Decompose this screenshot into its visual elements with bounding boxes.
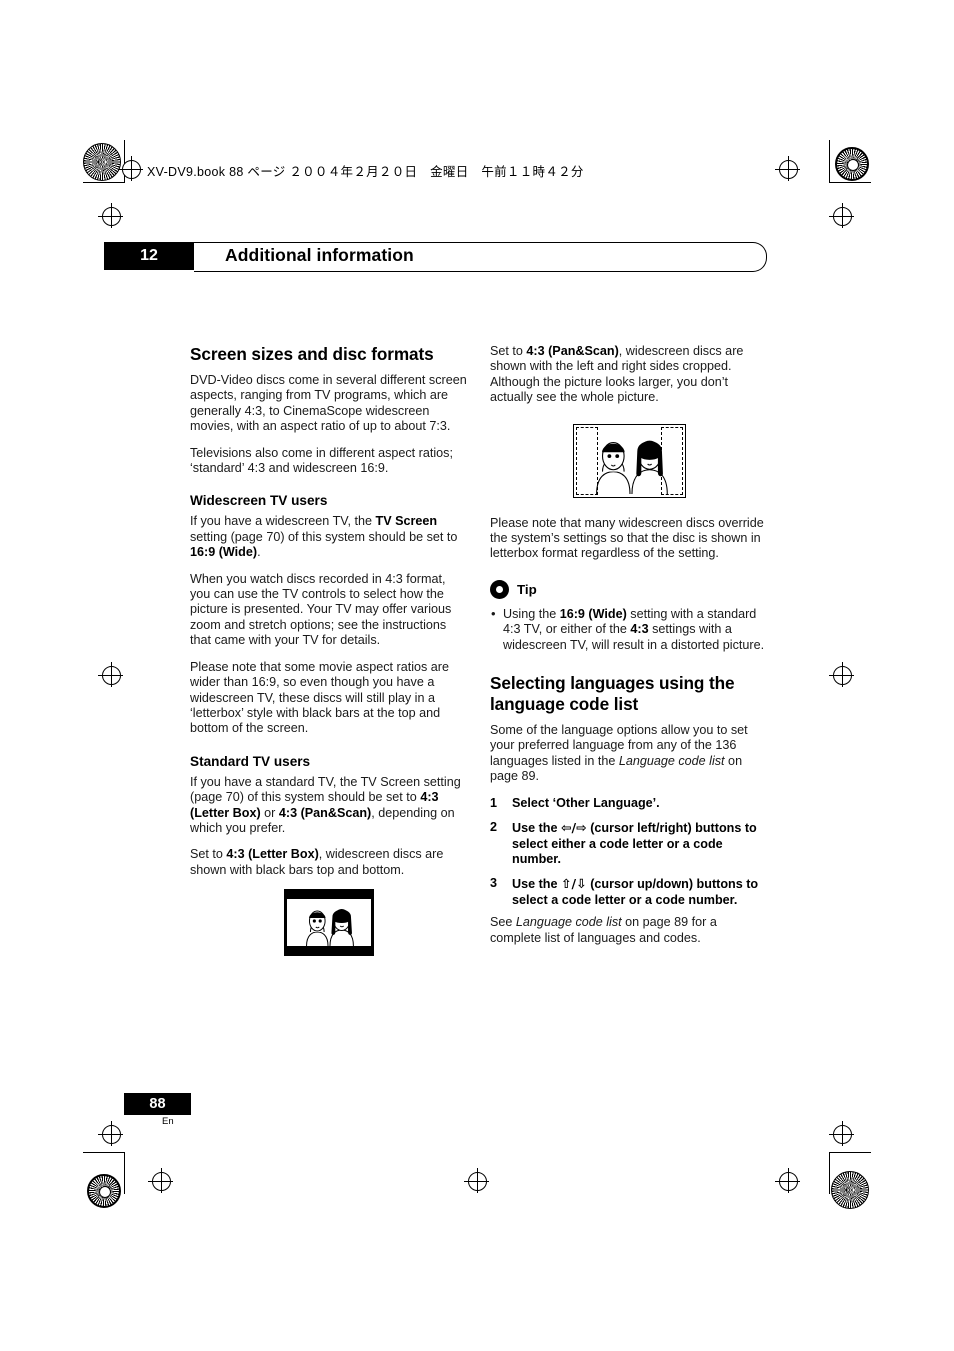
tip-label: Tip <box>517 581 537 597</box>
section-heading-screen-sizes: Screen sizes and disc formats <box>190 344 434 364</box>
registration-starburst-bottom-right <box>831 1171 869 1209</box>
text: Set to <box>190 847 227 862</box>
letterbox-picture-area <box>287 899 371 947</box>
text: If you have a widescreen TV, the <box>190 514 376 529</box>
paragraph-override-note: Please note that many widescreen discs o… <box>490 516 768 562</box>
chapter-bar: 12 Additional information <box>104 242 767 272</box>
crop-mark-bottom-right-horizontal <box>829 1152 871 1153</box>
step-2: 2 Use the ⇦/⇨ (cursor left/right) buttons… <box>490 820 768 867</box>
crop-mark-top-right-horizontal <box>829 182 871 183</box>
panscan-picture-area <box>576 427 682 494</box>
page-number-badge: 88 <box>124 1093 191 1115</box>
text: Set to <box>490 344 527 358</box>
step-3-text-a: Use the <box>512 877 561 892</box>
text: See <box>490 915 516 930</box>
language-code-label: En <box>162 1116 174 1127</box>
bold-4-3-panscan: 4:3 (Pan&Scan) <box>278 805 372 820</box>
registration-target-top-left <box>118 156 143 181</box>
crop-mark-bottom-left-vertical <box>124 1152 125 1194</box>
registration-target-left-lower <box>98 1121 123 1146</box>
book-header-line: XV-DV9.book 88 ページ ２００４年２月２０日 金曜日 午前１１時４… <box>147 165 584 179</box>
tip-icon <box>490 579 509 599</box>
heading-line-1: Selecting languages using the <box>490 673 735 694</box>
bold-4-3: 4:3 <box>630 622 649 637</box>
registration-target-top-right <box>775 156 800 181</box>
registration-target-right-upper <box>829 203 854 228</box>
italic-language-code-list-2: Language code list <box>515 915 622 930</box>
registration-target-right-lower <box>829 1121 854 1146</box>
chapter-title: Additional information <box>225 245 414 265</box>
crop-mark-top-left-horizontal <box>83 182 125 183</box>
step-2-number: 2 <box>490 820 498 835</box>
paragraph-4-3-playback: When you watch discs recorded in 4:3 for… <box>190 572 468 649</box>
bold-4-3-panscan-2: 4:3 (Pan&Scan) <box>526 344 619 358</box>
text: setting (page 70) of this system should … <box>190 529 458 544</box>
registration-starburst-top-left <box>83 143 121 181</box>
text: When you watch discs recorded in 4:3 for… <box>190 571 452 648</box>
step-1-text: Select ‘Other Language’. <box>512 795 660 810</box>
paragraph-widescreen-setting: If you have a widescreen TV, the TV Scre… <box>190 514 468 560</box>
step-3: 3 Use the ⇧/⇩ (cursor up/down) buttons to… <box>490 876 768 908</box>
step-1-number: 1 <box>490 795 498 810</box>
paragraph-language-options: Some of the language options allow you t… <box>490 723 768 785</box>
crop-mark-bottom-left-horizontal <box>83 1152 125 1153</box>
registration-target-left-middle <box>98 662 123 687</box>
panscan-tv-illustration <box>572 423 686 498</box>
registration-target-left-upper <box>98 203 123 228</box>
cursor-left-right-icon: ⇦/⇨ <box>561 820 587 836</box>
text: or <box>260 805 279 820</box>
text: Please note that some movie aspect ratio… <box>190 659 450 736</box>
subheading-standard-tv-users: Standard TV users <box>190 753 311 769</box>
paragraph-disc-aspects: DVD-Video discs come in several differen… <box>190 373 468 435</box>
heading-line-2: language code list <box>490 694 639 715</box>
bold-4-3-letter-box-2: 4:3 (Letter Box) <box>226 847 319 862</box>
registration-starburst-bottom-left <box>87 1174 121 1208</box>
paragraph-tv-aspects: Televisions also come in different aspec… <box>190 446 468 477</box>
tip-header: Tip <box>490 579 768 599</box>
registration-target-bottom-right <box>775 1168 800 1193</box>
bold-16-9-wide-2: 16:9 (Wide) <box>559 606 627 621</box>
step-2-text-a: Use the <box>512 821 561 836</box>
two-people-drawing-cropped <box>576 427 682 494</box>
paragraph-standard-setting: If you have a standard TV, the TV Screen… <box>190 775 468 837</box>
registration-target-right-middle <box>829 662 854 687</box>
paragraph-wider-than-16-9: Please note that some movie aspect ratio… <box>190 660 468 737</box>
paragraph-see-language-code-list: See Language code list on page 89 for a … <box>490 915 768 946</box>
bold-16-9-wide: 16:9 (Wide) <box>190 545 258 560</box>
crop-mark-bottom-right-vertical <box>829 1152 830 1194</box>
section-heading-language-codes: Selecting languages using the language co… <box>490 673 768 715</box>
paragraph-letterbox-result: Set to 4:3 (Letter Box), widescreen disc… <box>190 847 468 878</box>
paragraph-panscan-result: Set to 4:3 (Pan&Scan), widescreen discs … <box>490 344 768 406</box>
letterbox-tv-illustration <box>284 889 374 957</box>
registration-target-bottom-center <box>464 1168 489 1193</box>
left-column: Screen sizes and disc formats DVD-Video … <box>190 344 468 957</box>
subheading-widescreen-tv-users: Widescreen TV users <box>190 493 328 509</box>
panscan-figure-wrapper <box>490 418 768 502</box>
bold-tv-screen: TV Screen <box>375 514 438 529</box>
text: Televisions also come in different aspec… <box>190 445 453 476</box>
tip-bullet-distorted-picture: Using the 16:9 (Wide) setting with a sta… <box>490 606 768 653</box>
step-3-number: 3 <box>490 876 498 891</box>
crop-mark-top-right-vertical <box>829 140 830 182</box>
text: Please note that many widescreen discs o… <box>490 515 764 561</box>
right-column: Set to 4:3 (Pan&Scan), widescreen discs … <box>490 344 768 957</box>
italic-language-code-list: Language code list <box>618 753 725 768</box>
chapter-number: 12 <box>104 242 194 270</box>
two-people-drawing <box>287 899 371 947</box>
document-page: XV-DV9.book 88 ページ ２００４年２月２０日 金曜日 午前１１時４… <box>0 0 954 1351</box>
cursor-up-down-icon: ⇧/⇩ <box>561 876 587 892</box>
registration-target-bottom-left <box>148 1168 173 1193</box>
step-1: 1 Select ‘Other Language’. <box>490 796 768 811</box>
text: . <box>257 545 261 560</box>
text: DVD-Video discs come in several differen… <box>190 373 467 434</box>
registration-starburst-top-right <box>835 147 869 181</box>
text: Using the <box>503 606 560 621</box>
